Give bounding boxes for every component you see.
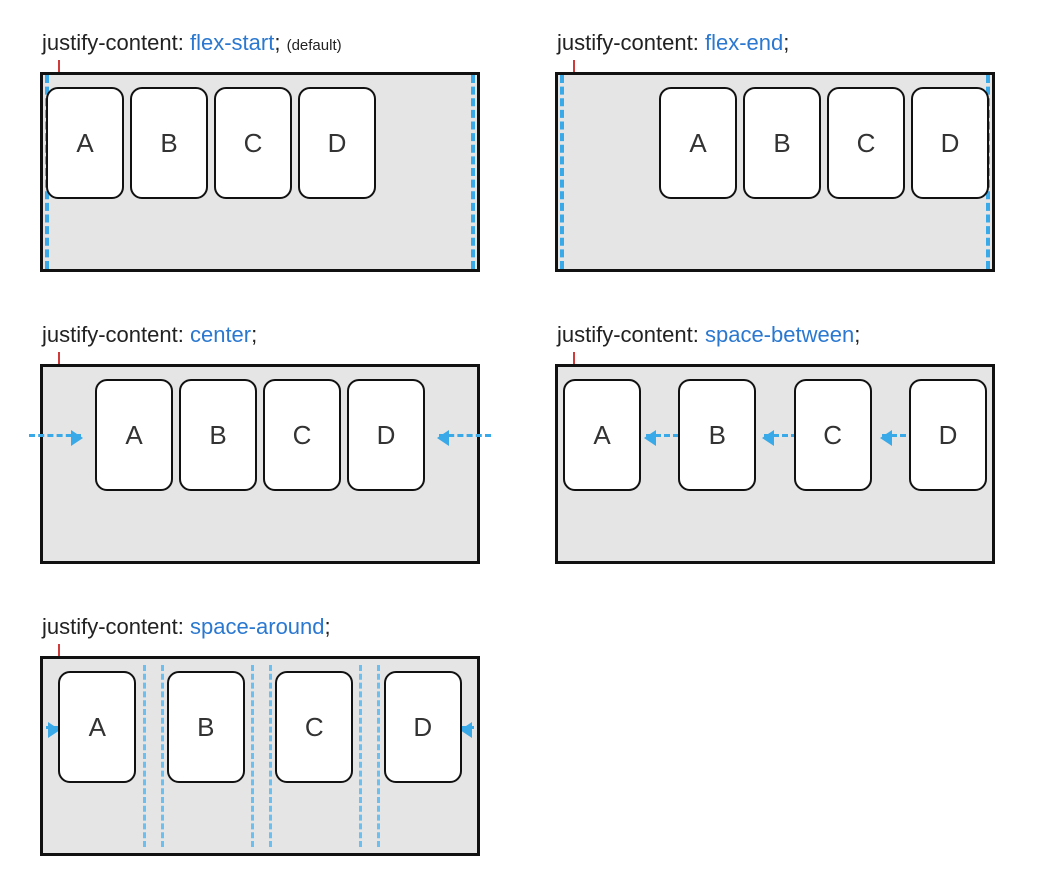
item-label: D (328, 128, 347, 159)
flex-items-row: A B C D (558, 87, 992, 207)
caption-tick-icon (58, 644, 60, 656)
flex-item: B (130, 87, 208, 199)
item-label: D (413, 712, 432, 743)
item-label: B (209, 420, 226, 451)
semicolon: ; (251, 322, 257, 347)
flex-item: A (563, 379, 641, 491)
item-label: B (197, 712, 214, 743)
diagram-grid: justify-content: flex-start; (default) A… (40, 30, 1010, 856)
flex-item: D (347, 379, 425, 491)
css-value: flex-end (705, 30, 783, 55)
flex-item: A (58, 671, 136, 783)
flex-items-row: A B C D (43, 87, 477, 207)
diagram-flex-start: justify-content: flex-start; (default) A… (40, 30, 495, 272)
diagram-flex-end: justify-content: flex-end; A B C D (555, 30, 1010, 272)
main-end-edge-icon (471, 75, 475, 269)
semicolon: ; (783, 30, 789, 55)
diagram-space-between: justify-content: space-between; A B C D (555, 322, 1010, 564)
flex-item: A (659, 87, 737, 199)
flex-item: B (167, 671, 245, 783)
flex-item: D (909, 379, 987, 491)
semicolon: ; (854, 322, 860, 347)
flex-item: B (179, 379, 257, 491)
flex-item: A (46, 87, 124, 199)
flex-container: A B C D (40, 72, 480, 272)
css-property: justify-content: (42, 322, 184, 347)
css-value: flex-start (190, 30, 274, 55)
item-label: C (857, 128, 876, 159)
main-start-edge-icon (560, 75, 564, 269)
css-property: justify-content: (42, 30, 184, 55)
item-label: A (125, 420, 142, 451)
css-property: justify-content: (557, 322, 699, 347)
flex-items-row: A B C D (43, 379, 477, 499)
flex-item: A (95, 379, 173, 491)
css-value: center (190, 322, 251, 347)
caption-tick-icon (58, 352, 60, 364)
flex-item: C (794, 379, 872, 491)
flex-container: A B C D (555, 364, 995, 564)
flex-item: C (275, 671, 353, 783)
flex-items-row: A B C D (558, 379, 992, 499)
flex-item: B (743, 87, 821, 199)
flex-container: A B C D (40, 364, 480, 564)
flex-container: A B C D (555, 72, 995, 272)
caption-flex-start: justify-content: flex-start; (default) (42, 30, 495, 56)
caption-flex-end: justify-content: flex-end; (557, 30, 1010, 56)
semicolon: ; (274, 30, 280, 55)
flex-item: C (827, 87, 905, 199)
semicolon: ; (325, 614, 331, 639)
flex-item: C (263, 379, 341, 491)
item-label: A (76, 128, 93, 159)
flex-item: D (298, 87, 376, 199)
flex-item: C (214, 87, 292, 199)
caption-tick-icon (573, 352, 575, 364)
item-label: A (689, 128, 706, 159)
item-label: A (593, 420, 610, 451)
item-label: C (823, 420, 842, 451)
diagram-center: justify-content: center; A B C D (40, 322, 495, 564)
item-label: D (941, 128, 960, 159)
item-label: A (89, 712, 106, 743)
caption-space-around: justify-content: space-around; (42, 614, 495, 640)
css-value: space-around (190, 614, 325, 639)
diagram-space-around: justify-content: space-around; A B C D (40, 614, 495, 856)
item-label: B (709, 420, 726, 451)
caption-space-between: justify-content: space-between; (557, 322, 1010, 348)
item-label: C (293, 420, 312, 451)
item-label: D (939, 420, 958, 451)
item-label: B (160, 128, 177, 159)
caption-tick-icon (573, 60, 575, 72)
flex-item: D (384, 671, 462, 783)
item-label: D (377, 420, 396, 451)
flex-item: B (678, 379, 756, 491)
flex-items-row: A B C D (43, 671, 477, 791)
css-value: space-between (705, 322, 854, 347)
flex-container: A B C D (40, 656, 480, 856)
caption-center: justify-content: center; (42, 322, 495, 348)
item-label: C (305, 712, 324, 743)
default-suffix: (default) (287, 37, 342, 54)
item-label: C (244, 128, 263, 159)
flex-item: D (911, 87, 989, 199)
css-property: justify-content: (557, 30, 699, 55)
caption-tick-icon (58, 60, 60, 72)
item-label: B (773, 128, 790, 159)
css-property: justify-content: (42, 614, 184, 639)
